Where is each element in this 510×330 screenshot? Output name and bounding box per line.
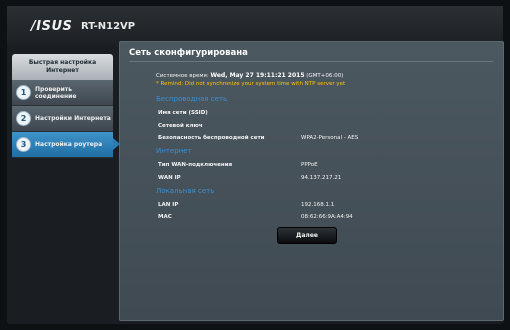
sidebar-step-label: Проверить соединение	[35, 85, 77, 100]
sidebar-step-check-connection[interactable]: 1 Проверить соединение	[12, 80, 113, 106]
sidebar-step-label: Настройки Интернета	[35, 115, 111, 122]
section-lan: Локальная сеть	[156, 187, 215, 195]
header-bar: /ISUS RT-N12VP	[7, 6, 503, 46]
lan-ip-value: 192.168.1.1	[301, 202, 335, 208]
summary-panel: Сеть сконфигурирована Системное время: W…	[119, 41, 504, 321]
quick-setup-sidebar: Быстрая настройка Интернет 1 Проверить с…	[12, 54, 120, 158]
network-key-label: Сетевой ключ	[158, 123, 203, 129]
system-time-row: Системное время: Wed, May 27 19:11:21 20…	[156, 72, 343, 79]
wireless-security-value: WPA2-Personal - AES	[301, 135, 359, 141]
system-time-value: Wed, May 27 19:11:21 2015	[210, 72, 305, 79]
wan-ip-label: WAN IP	[158, 175, 181, 181]
title-divider	[129, 61, 493, 62]
wan-ip-value: 94.137.217.21	[301, 175, 342, 181]
page-title: Сеть сконфигурирована	[129, 48, 248, 58]
next-button[interactable]: Далее	[277, 227, 337, 244]
system-time-timezone: (GMT+06:00)	[306, 73, 344, 79]
brand-logo: /ISUS	[31, 19, 73, 34]
ssid-label: Имя сети (SSID)	[158, 110, 208, 116]
sidebar-title: Быстрая настройка Интернет	[12, 54, 113, 80]
ntp-remind-text: * Remind: Did not synchronize your syste…	[156, 81, 346, 87]
sidebar-step-router-setup[interactable]: 3 Настройка роутера	[12, 132, 120, 158]
section-wireless: Беспроводная сеть	[156, 95, 228, 103]
system-time-label: Системное время:	[156, 73, 209, 79]
step-number-icon: 3	[16, 137, 31, 152]
sidebar-step-internet-settings[interactable]: 2 Настройки Интернета	[12, 106, 113, 132]
wireless-security-label: Безопасность беспроводной сети	[158, 135, 265, 141]
sidebar-step-label: Настройка роутера	[35, 141, 103, 148]
wan-type-label: Тип WAN-подключения	[158, 162, 233, 168]
step-number-icon: 2	[16, 111, 31, 126]
lan-ip-label: LAN IP	[158, 202, 179, 208]
section-internet: Интернет	[156, 147, 192, 155]
wan-type-value: PPPoE	[301, 162, 318, 168]
mac-value: 08:62:66:9A:A4:94	[301, 214, 353, 220]
model-name: RT-N12VP	[81, 21, 136, 32]
mac-label: MAC	[158, 214, 172, 220]
step-number-icon: 1	[16, 85, 31, 100]
